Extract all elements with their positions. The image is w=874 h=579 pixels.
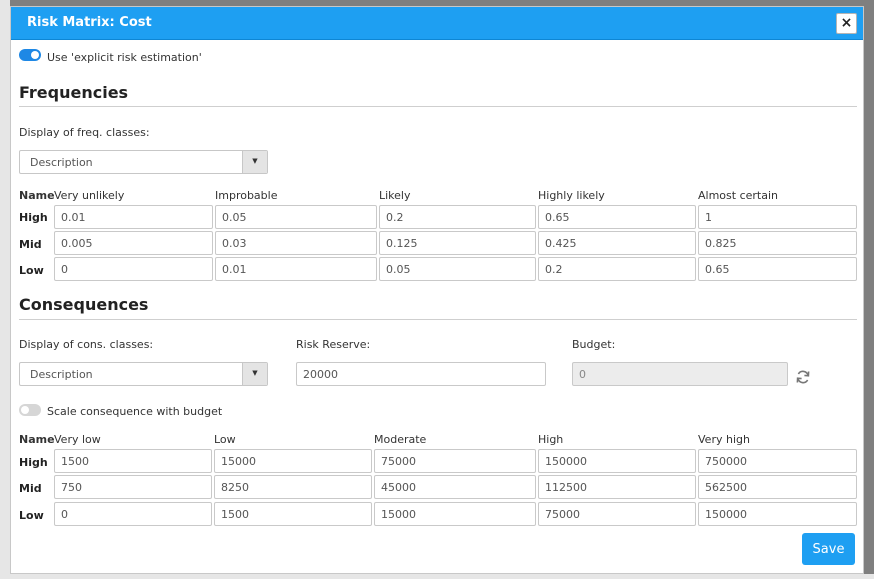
close-icon: × <box>840 15 853 31</box>
freq-input-low-almost-certain[interactable] <box>698 257 857 281</box>
cons-input-mid-very-low[interactable] <box>54 475 212 499</box>
risk-reserve-label: Risk Reserve: <box>296 338 371 351</box>
cons-input-mid-low[interactable] <box>214 475 372 499</box>
freq-col-likely: Likely <box>379 189 411 202</box>
explicit-risk-label: Use 'explicit risk estimation' <box>47 51 202 64</box>
consequences-divider <box>19 319 857 320</box>
freq-input-high-improbable[interactable] <box>215 205 377 229</box>
freq-input-low-highly-likely[interactable] <box>538 257 696 281</box>
freq-input-mid-almost-certain[interactable] <box>698 231 857 255</box>
freq-display-label: Display of freq. classes: <box>19 126 150 139</box>
background-page <box>0 0 10 579</box>
freq-display-select[interactable]: Description ▼ <box>19 150 268 174</box>
toggle-knob <box>31 51 39 59</box>
cons-col-very-low: Very low <box>54 433 101 446</box>
cons-row-low-label: Low <box>19 509 44 522</box>
freq-col-highly-likely: Highly likely <box>538 189 605 202</box>
cons-input-low-very-low[interactable] <box>54 502 212 526</box>
freq-input-low-very-unlikely[interactable] <box>54 257 213 281</box>
cons-input-high-very-high[interactable] <box>698 449 857 473</box>
freq-input-high-likely[interactable] <box>379 205 536 229</box>
freq-row-high-label: High <box>19 211 48 224</box>
explicit-risk-toggle[interactable] <box>19 49 41 61</box>
cons-display-label: Display of cons. classes: <box>19 338 154 351</box>
frequencies-title: Frequencies <box>19 83 129 102</box>
freq-input-mid-improbable[interactable] <box>215 231 377 255</box>
cons-row-mid-label: Mid <box>19 482 42 495</box>
cons-input-low-moderate[interactable] <box>374 502 536 526</box>
cons-input-low-very-high[interactable] <box>698 502 857 526</box>
chevron-down-icon: ▼ <box>242 151 267 173</box>
save-button[interactable]: Save <box>802 533 855 565</box>
cons-input-low-high[interactable] <box>538 502 696 526</box>
cons-row-high-label: High <box>19 456 48 469</box>
dialog-header: Risk Matrix: Cost × <box>11 7 863 40</box>
cons-input-low-low[interactable] <box>214 502 372 526</box>
cons-col-very-high: Very high <box>698 433 750 446</box>
freq-row-low-label: Low <box>19 264 44 277</box>
cons-input-high-very-low[interactable] <box>54 449 212 473</box>
consequences-title: Consequences <box>19 295 149 314</box>
freq-input-mid-likely[interactable] <box>379 231 536 255</box>
freq-input-mid-very-unlikely[interactable] <box>54 231 213 255</box>
freq-row-mid-label: Mid <box>19 238 42 251</box>
freq-name-header: Name <box>19 189 55 202</box>
cons-input-mid-high[interactable] <box>538 475 696 499</box>
freq-input-high-almost-certain[interactable] <box>698 205 857 229</box>
cons-display-value: Description <box>30 368 93 381</box>
budget-input <box>572 362 788 386</box>
freq-display-value: Description <box>30 156 93 169</box>
cons-name-header: Name <box>19 433 55 446</box>
cons-col-low: Low <box>214 433 236 446</box>
scale-consequence-label: Scale consequence with budget <box>47 405 223 418</box>
scale-consequence-toggle[interactable] <box>19 404 41 416</box>
cons-display-select[interactable]: Description ▼ <box>19 362 268 386</box>
dialog-title: Risk Matrix: Cost <box>27 15 152 30</box>
freq-input-high-very-unlikely[interactable] <box>54 205 213 229</box>
freq-input-high-highly-likely[interactable] <box>538 205 696 229</box>
freq-input-low-likely[interactable] <box>379 257 536 281</box>
background-page-bottom <box>0 574 874 579</box>
budget-label: Budget: <box>572 338 616 351</box>
risk-matrix-dialog: Risk Matrix: Cost × Use 'explicit risk e… <box>10 6 864 574</box>
freq-col-very-unlikely: Very unlikely <box>54 189 125 202</box>
cons-input-high-moderate[interactable] <box>374 449 536 473</box>
toggle-knob <box>21 406 29 414</box>
cons-input-mid-very-high[interactable] <box>698 475 857 499</box>
cons-input-high-low[interactable] <box>214 449 372 473</box>
freq-input-mid-highly-likely[interactable] <box>538 231 696 255</box>
close-button[interactable]: × <box>836 13 857 34</box>
refresh-icon[interactable] <box>795 369 811 385</box>
chevron-down-icon: ▼ <box>242 363 267 385</box>
cons-col-high: High <box>538 433 564 446</box>
risk-reserve-input[interactable] <box>296 362 546 386</box>
cons-input-mid-moderate[interactable] <box>374 475 536 499</box>
frequencies-divider <box>19 106 857 107</box>
cons-input-high-high[interactable] <box>538 449 696 473</box>
cons-col-moderate: Moderate <box>374 433 427 446</box>
freq-input-low-improbable[interactable] <box>215 257 377 281</box>
freq-col-improbable: Improbable <box>215 189 278 202</box>
freq-col-almost-certain: Almost certain <box>698 189 778 202</box>
